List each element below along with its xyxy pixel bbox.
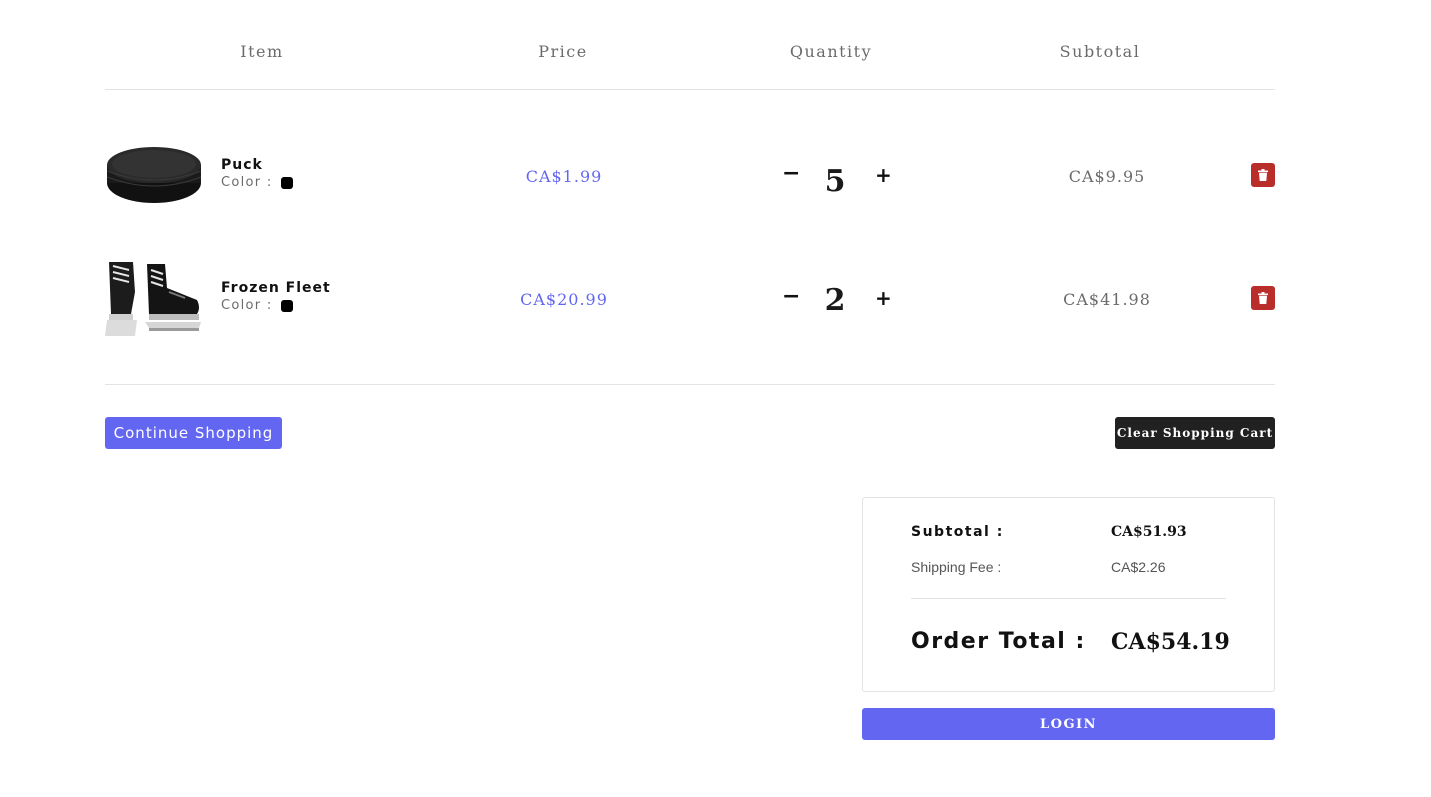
cart-item-row: Puck Color : CA$1.99 − 5 + CA$9.95	[105, 137, 1275, 217]
order-total-value: CA$54.19	[1111, 629, 1230, 655]
cart-item-row: Frozen Fleet Color : CA$20.99 − 2 + CA$4…	[105, 260, 1275, 340]
item-price: CA$1.99	[525, 167, 603, 186]
increase-quantity-button[interactable]: +	[875, 288, 892, 308]
item-name[interactable]: Puck	[221, 157, 263, 173]
color-label: Color :	[221, 298, 273, 313]
trash-icon	[1258, 169, 1268, 181]
decrease-quantity-button[interactable]: −	[782, 163, 800, 185]
quantity-value: 5	[824, 164, 846, 199]
item-color: Color :	[221, 298, 293, 313]
column-header-subtotal: Subtotal	[1059, 42, 1141, 61]
shopping-cart: Item Price Quantity Subtotal Puck Color …	[105, 0, 1275, 740]
decrease-quantity-button[interactable]: −	[782, 286, 800, 308]
increase-quantity-button[interactable]: +	[875, 165, 892, 185]
summary-subtotal-label: Subtotal :	[911, 524, 1004, 540]
shipping-fee-label: Shipping Fee :	[911, 559, 1002, 575]
cart-divider	[105, 384, 1275, 385]
summary-divider	[911, 598, 1226, 599]
order-total-label: Order Total :	[911, 629, 1086, 654]
hockey-skates-image	[105, 262, 202, 338]
item-subtotal: CA$9.95	[1068, 167, 1146, 186]
item-name[interactable]: Frozen Fleet	[221, 280, 331, 296]
summary-subtotal-value: CA$51.93	[1111, 524, 1187, 540]
remove-item-button[interactable]	[1251, 163, 1275, 187]
hockey-puck-image	[105, 137, 202, 213]
remove-item-button[interactable]	[1251, 286, 1275, 310]
color-label: Color :	[221, 175, 273, 190]
continue-shopping-button[interactable]: Continue Shopping	[105, 417, 282, 449]
login-button[interactable]: LOGIN	[862, 708, 1275, 740]
quantity-value: 2	[824, 283, 846, 318]
cart-table-header: Item Price Quantity Subtotal	[105, 0, 1275, 90]
column-header-item: Item	[240, 42, 284, 61]
column-header-quantity: Quantity	[789, 42, 873, 61]
trash-icon	[1258, 292, 1268, 304]
item-price: CA$20.99	[520, 290, 608, 309]
item-subtotal: CA$41.98	[1063, 290, 1151, 309]
color-swatch	[280, 176, 293, 189]
item-color: Color :	[221, 175, 293, 190]
shipping-fee-value: CA$2.26	[1111, 559, 1166, 575]
clear-cart-button[interactable]: Clear Shopping Cart	[1115, 417, 1275, 449]
order-summary: Subtotal : CA$51.93 Shipping Fee : CA$2.…	[862, 497, 1275, 692]
column-header-price: Price	[538, 42, 588, 61]
color-swatch	[280, 299, 293, 312]
